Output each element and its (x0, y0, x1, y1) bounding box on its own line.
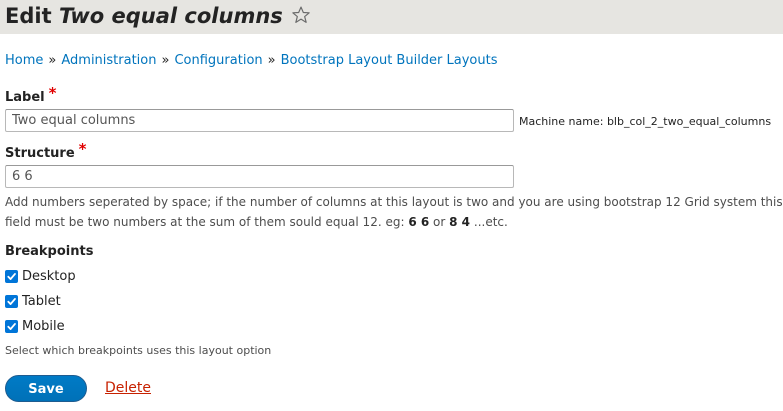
checkbox-mobile[interactable]: Mobile (5, 317, 65, 335)
breadcrumb-separator: » (161, 53, 170, 68)
label-field-title-text: Label (5, 90, 45, 105)
structure-input[interactable] (5, 165, 514, 188)
breadcrumb-separator: » (48, 53, 57, 68)
page-title: Edit Two equal columns (5, 2, 311, 32)
page-title-prefix: Edit (5, 4, 52, 28)
machine-name-text: Machine name: blb_col_2_two_equal_column… (519, 115, 772, 128)
breakpoints-help-text: Select which breakpoints uses this layou… (5, 344, 272, 357)
breadcrumb-separator: » (267, 53, 276, 68)
delete-link[interactable]: Delete (105, 379, 151, 397)
breadcrumb-bootstrap-layouts[interactable]: Bootstrap Layout Builder Layouts (281, 53, 498, 68)
breadcrumb-administration[interactable]: Administration (61, 53, 156, 68)
breakpoints-title: Breakpoints (5, 244, 94, 259)
required-marker: * (78, 140, 87, 158)
label-input[interactable] (5, 109, 514, 132)
checkbox-checked-icon[interactable] (5, 269, 18, 283)
breadcrumb-configuration[interactable]: Configuration (174, 53, 262, 68)
or-word: or (433, 215, 446, 229)
structure-description-text: Add numbers seperated by space; if the n… (5, 195, 783, 229)
required-marker: * (48, 84, 57, 102)
breadcrumb-home[interactable]: Home (5, 53, 43, 68)
save-button[interactable]: Save (5, 375, 87, 402)
checkbox-desktop[interactable]: Desktop (5, 267, 76, 285)
breadcrumb: Home » Administration » Configuration » Bootst… (5, 52, 498, 70)
checkbox-tablet[interactable]: Tablet (5, 292, 61, 310)
checkbox-tablet-label: Tablet (22, 293, 61, 309)
label-field-title: Label * (5, 85, 57, 106)
structure-field-title-text: Structure (5, 146, 75, 161)
description-end: ...etc. (473, 215, 508, 229)
example-value-1: 6 6 (408, 215, 430, 229)
star-icon[interactable] (291, 4, 311, 32)
checkbox-checked-icon[interactable] (5, 319, 18, 333)
page-title-entity: Two equal columns (58, 4, 283, 28)
checkbox-checked-icon[interactable] (5, 294, 18, 308)
structure-field-title: Structure * (5, 141, 87, 162)
page-header: Edit Two equal columns (0, 0, 783, 34)
checkbox-mobile-label: Mobile (22, 318, 65, 334)
checkbox-desktop-label: Desktop (22, 268, 76, 284)
example-value-2: 8 4 (449, 215, 471, 229)
structure-description: Add numbers seperated by space; if the n… (5, 192, 783, 232)
